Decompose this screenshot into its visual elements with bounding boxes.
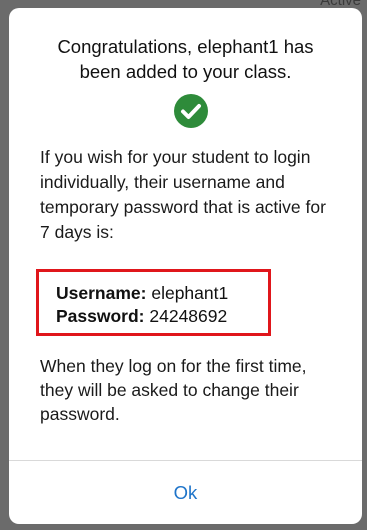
username-label: Username: <box>56 283 147 303</box>
success-dialog: Congratulations, elephant1 has been adde… <box>9 8 362 524</box>
check-circle-icon <box>174 94 208 128</box>
password-change-notice: When they log on for the first time, the… <box>40 356 307 424</box>
credentials-highlight-box: Username: elephant1 Password: 24248692 <box>36 269 271 336</box>
instructions-text: If you wish for your student to login in… <box>40 147 326 242</box>
username-row: Username: elephant1 <box>56 281 228 305</box>
username-value: elephant1 <box>151 283 229 303</box>
password-label: Password: <box>56 306 145 326</box>
password-row: Password: 24248692 <box>56 304 227 328</box>
dialog-title: Congratulations, elephant1 has been adde… <box>57 36 314 82</box>
password-value: 24248692 <box>149 306 228 326</box>
ok-button[interactable]: Ok <box>9 461 362 524</box>
